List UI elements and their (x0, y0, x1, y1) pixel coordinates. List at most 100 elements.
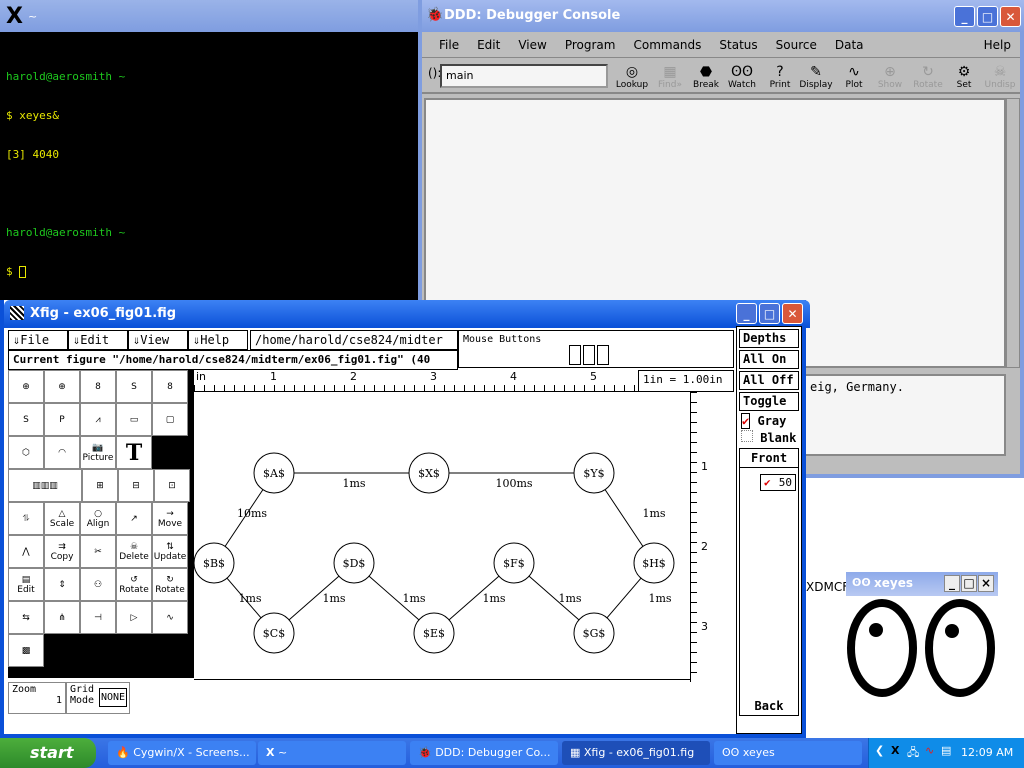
minimize-button[interactable]: _ (954, 6, 975, 27)
minimize-button[interactable]: _ (944, 575, 960, 592)
network-icon[interactable]: 🖧 (907, 744, 919, 763)
all-on-button[interactable]: All On (739, 350, 799, 369)
tool-arc[interactable]: ◠ (44, 436, 80, 469)
maximize-button[interactable]: □ (977, 6, 998, 27)
all-off-button[interactable]: All Off (739, 371, 799, 390)
tool-mirror[interactable]: ⋔ (44, 601, 80, 634)
find-button[interactable]: ▦ Find» (650, 64, 690, 90)
menu-edit[interactable]: ⇓Edit (68, 330, 128, 350)
tool-delete[interactable]: ☠ Delete (116, 535, 152, 568)
task-ddd[interactable]: 🐞 DDD: Debugger Co... (410, 741, 558, 765)
task-terminal[interactable]: X ~ (258, 741, 406, 765)
tool-text[interactable]: T (116, 436, 152, 469)
tool-add-arrow[interactable]: ↗ (116, 502, 152, 535)
watch-button[interactable]: ʘʘ Watch (722, 64, 762, 90)
task-cygwin[interactable]: 🔥 Cygwin/X - Screens... (108, 741, 256, 765)
source-scrollbar[interactable] (1006, 98, 1020, 368)
tool-library[interactable]: ▥▥▥ (8, 469, 82, 502)
horizontal-ruler[interactable]: in 1 2 3 4 5 (194, 370, 638, 392)
x-server-icon[interactable]: X (891, 744, 899, 757)
tool-ellipse-diameter[interactable]: ⊕ (44, 370, 80, 403)
terminal-output[interactable]: harold@aerosmith ~ $ xeyes& [3] 4040 har… (6, 44, 125, 304)
menu-status[interactable]: Status (710, 38, 766, 52)
gray-checkbox[interactable]: ✔ Gray (737, 413, 801, 429)
rotate-button[interactable]: ↻ Rotate (908, 64, 948, 90)
tool-open-xspline[interactable]: S (8, 403, 44, 436)
xfig-titlebar[interactable]: Xfig - ex06_fig01.fig _ □ ✕ (4, 300, 810, 328)
show-button[interactable]: ⊕ Show (870, 64, 910, 90)
arg-input[interactable]: main (440, 64, 608, 88)
grid-mode-control[interactable]: Grid Mode NONE (66, 682, 130, 714)
tool-anglemeas[interactable]: ▷ (116, 601, 152, 634)
menu-view[interactable]: View (509, 38, 555, 52)
maximize-button[interactable]: □ (759, 303, 780, 324)
xfig-window[interactable]: Xfig - ex06_fig01.fig _ □ ✕ ⇓File ⇓Edit … (0, 300, 810, 738)
terminal-titlebar[interactable]: X ~ (0, 0, 418, 32)
tool-box[interactable]: ▭ (116, 403, 152, 436)
minimize-button[interactable]: _ (736, 303, 757, 324)
menu-program[interactable]: Program (556, 38, 625, 52)
tool-regular-polygon[interactable]: ⬡ (8, 436, 44, 469)
drawing-canvas[interactable]: 1ms 100ms 10ms 1ms 1ms 1ms 1ms 1ms 1ms 1ms $A$ $X$ $… (193, 392, 690, 680)
tool-closed-xspline[interactable]: 8 (152, 370, 188, 403)
tool-compound[interactable]: ⊞ (82, 469, 118, 502)
task-xeyes[interactable]: ʘʘ xeyes (714, 741, 862, 765)
tool-cut[interactable]: ✂ (80, 535, 116, 568)
menu-source[interactable]: Source (767, 38, 826, 52)
terminal-prompt[interactable]: $ (6, 265, 125, 278)
close-button[interactable]: ✕ (782, 303, 803, 324)
tool-rotate-ccw[interactable]: ↺ Rotate (116, 568, 152, 601)
tool-polygon[interactable]: P (44, 403, 80, 436)
lookup-button[interactable]: ◎ Lookup (612, 64, 652, 90)
menu-help[interactable]: Help (975, 38, 1020, 52)
terminal-window[interactable]: X ~ harold@aerosmith ~ $ xeyes& [3] 4040… (0, 0, 418, 300)
media-icon[interactable]: ▤ (941, 744, 951, 757)
plot-button[interactable]: ∿ Plot (834, 64, 874, 90)
tool-add-point[interactable]: ⥮ (8, 502, 44, 535)
vertical-ruler[interactable]: 1 2 3 (690, 392, 735, 682)
tool-rotate-cw[interactable]: ↻ Rotate (152, 568, 188, 601)
tool-arc-box[interactable]: ▢ (152, 403, 188, 436)
tool-update[interactable]: ⇅ Update (152, 535, 188, 568)
tool-areameas[interactable]: ▩ (8, 634, 44, 667)
tool-tangent[interactable]: ⊣ (80, 601, 116, 634)
close-button[interactable]: × (978, 575, 994, 592)
menu-help[interactable]: ⇓Help (188, 330, 248, 350)
undisp-button[interactable]: ☠ Undisp (980, 64, 1020, 90)
clock[interactable]: 12:09 AM (961, 746, 1013, 759)
tool-flip-vertical[interactable]: ⇕ (44, 568, 80, 601)
tool-open-spline[interactable]: S (116, 370, 152, 403)
maximize-button[interactable]: □ (961, 575, 977, 592)
menu-file[interactable]: ⇓File (8, 330, 68, 350)
tool-edit[interactable]: ▤ Edit (8, 568, 44, 601)
tool-move-point[interactable]: ⋀ (8, 535, 44, 568)
tool-flip-horizontal[interactable]: ⚇ (80, 568, 116, 601)
tool-break[interactable]: ⊟ (118, 469, 154, 502)
tool-move[interactable]: → Move (152, 502, 188, 535)
tool-open-compound[interactable]: ⊡ (154, 469, 190, 502)
blank-checkbox[interactable]: Blank (737, 429, 801, 446)
tool-lenmeas[interactable]: ∿ (152, 601, 188, 634)
menu-commands[interactable]: Commands (624, 38, 710, 52)
tool-convert[interactable]: ⇆ (8, 601, 44, 634)
task-xfig[interactable]: ▦ Xfig - ex06_fig01.fig (562, 741, 710, 765)
tool-scale[interactable]: △ Scale (44, 502, 80, 535)
tool-align[interactable]: ○ Align (80, 502, 116, 535)
menu-file[interactable]: File (430, 38, 468, 52)
break-button[interactable]: ⬣ Break (686, 64, 726, 90)
zoom-control[interactable]: Zoom 1 (8, 682, 66, 714)
menu-view[interactable]: ⇓View (128, 330, 188, 350)
display-button[interactable]: ✎ Display (796, 64, 836, 90)
print-button[interactable]: ? Print (760, 64, 800, 90)
tool-closed-spline[interactable]: 8 (80, 370, 116, 403)
menu-data[interactable]: Data (826, 38, 873, 52)
tray-expand-icon[interactable]: ❮ (875, 744, 884, 757)
layer-50-checkbox[interactable]: ✔ 50 (760, 474, 796, 491)
grid-mode-value[interactable]: NONE (99, 688, 128, 707)
menu-edit[interactable]: Edit (468, 38, 509, 52)
scale-indicator[interactable]: 1in = 1.00in (638, 370, 734, 392)
xeyes-titlebar[interactable]: ʘʘ xeyes _ □ × (846, 572, 998, 596)
tool-picture[interactable]: 📷 Picture (80, 436, 116, 469)
monitor-icon[interactable]: ∿ (925, 744, 934, 757)
tool-ellipse-radius[interactable]: ⊕ (8, 370, 44, 403)
